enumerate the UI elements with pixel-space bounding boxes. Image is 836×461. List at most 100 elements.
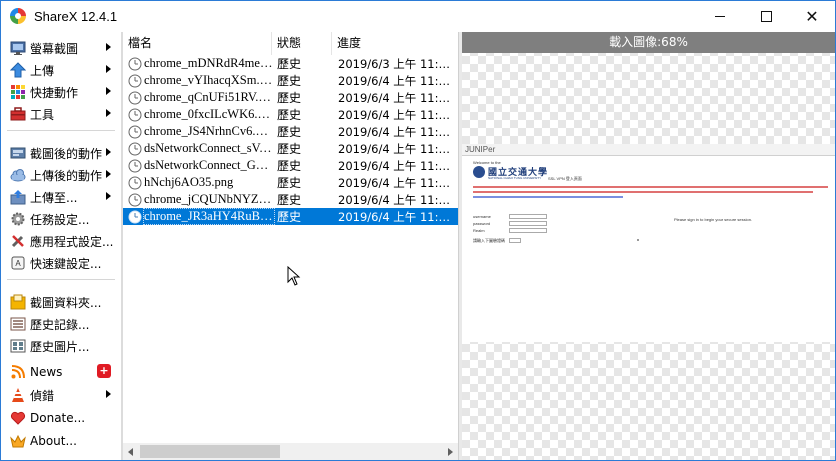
image-preview[interactable]: 載入圖像:68% JUNIPer Welcome to the 國立交通大學 N… bbox=[462, 32, 835, 460]
menu-label: 應用程式設定... bbox=[30, 234, 114, 249]
menu-label: News bbox=[30, 365, 63, 379]
menu-label: 上傳至... bbox=[30, 190, 78, 205]
menu-item-workflows[interactable]: 快捷動作 bbox=[1, 81, 121, 103]
realm-label: Realm bbox=[473, 228, 485, 233]
list-item[interactable]: chrome_jCQUNbNYZ.png 歷史 2019/6/4 上午 11:0… bbox=[123, 191, 458, 208]
list-item[interactable]: chrome_mDNRdR4meT... 歷史 2019/6/3 上午 11:2… bbox=[123, 55, 458, 72]
file-status: 歷史 bbox=[277, 57, 302, 71]
scroll-left-icon[interactable] bbox=[128, 448, 133, 456]
horizontal-scrollbar[interactable] bbox=[123, 443, 458, 460]
file-name: chrome_qCnUFi51RV.p... bbox=[144, 90, 274, 104]
ssl-vpn-title: SSL VPN 登入頁面 bbox=[548, 176, 582, 181]
clock-icon bbox=[128, 210, 142, 223]
menu-item-about[interactable]: About... bbox=[1, 430, 121, 452]
clock-icon bbox=[128, 108, 142, 121]
menu-label: 歷史記錄... bbox=[30, 317, 90, 332]
university-logo-icon bbox=[473, 166, 485, 178]
menu-item-app-settings[interactable]: 應用程式設定... bbox=[1, 230, 121, 252]
menu-label: About... bbox=[30, 434, 77, 448]
column-header-progress[interactable]: 進度 bbox=[332, 32, 458, 55]
juniper-logo: JUNIPer bbox=[465, 145, 496, 154]
menu-item-hotkey-settings[interactable]: A 快速鍵設定... bbox=[1, 252, 121, 274]
column-header-filename[interactable]: 檔名 bbox=[123, 32, 272, 55]
menu-item-upload[interactable]: 上傳 bbox=[1, 59, 121, 81]
task-list[interactable]: 檔名 狀態 進度 chrome_mDNRdR4meT... 歷史 2019/6/… bbox=[123, 32, 458, 460]
list-item[interactable]: chrome_qCnUFi51RV.p... 歷史 2019/6/4 上午 11… bbox=[123, 89, 458, 106]
file-name: chrome_JS4NrhnCv6.png bbox=[144, 124, 274, 138]
submenu-arrow-icon bbox=[106, 192, 111, 200]
list-item[interactable]: chrome_JS4NrhnCv6.png 歷史 2019/6/4 上午 11:… bbox=[123, 123, 458, 140]
file-name: chrome_mDNRdR4meT... bbox=[144, 56, 274, 70]
news-badge: + bbox=[97, 364, 111, 378]
menu-item-tools[interactable]: 工具 bbox=[1, 103, 121, 125]
list-item[interactable]: hNchj6AO35.png 歷史 2019/6/4 上午 11:04:... bbox=[123, 174, 458, 191]
list-item[interactable]: dsNetworkConnect_GFJt... 歷史 2019/6/4 上午 … bbox=[123, 157, 458, 174]
list-header: 檔名 狀態 進度 bbox=[123, 32, 458, 55]
minimize-button[interactable] bbox=[697, 1, 743, 31]
close-button[interactable]: ✕ bbox=[789, 1, 835, 31]
wrench-icon bbox=[10, 233, 26, 249]
file-status: 歷史 bbox=[277, 210, 302, 224]
clock-icon bbox=[128, 74, 142, 87]
file-status: 歷史 bbox=[277, 176, 302, 190]
menu-item-capture[interactable]: 螢幕截圖 bbox=[1, 37, 121, 59]
file-status: 歷史 bbox=[277, 193, 302, 207]
file-name: chrome_JR3aHY4RuB.p... bbox=[143, 208, 275, 225]
menu-item-history[interactable]: 歷史記錄... bbox=[1, 313, 121, 335]
scroll-right-icon[interactable] bbox=[448, 448, 453, 456]
menu-item-after-capture[interactable]: 截圖後的動作 bbox=[1, 142, 121, 164]
menu-item-task-settings[interactable]: 任務設定... bbox=[1, 208, 121, 230]
menu-label: 上傳後的動作 bbox=[30, 168, 103, 183]
title-bar[interactable]: ShareX 12.4.1 ✕ bbox=[1, 1, 835, 31]
notice-lines bbox=[473, 186, 828, 198]
list-rows: chrome_mDNRdR4meT... 歷史 2019/6/3 上午 11:2… bbox=[123, 55, 458, 225]
file-progress: 2019/6/4 上午 11:01:... bbox=[338, 107, 456, 122]
menu-label: 螢幕截圖 bbox=[30, 41, 79, 56]
column-header-status[interactable]: 狀態 bbox=[272, 32, 332, 55]
scrollbar-thumb[interactable] bbox=[140, 445, 280, 458]
clock-icon bbox=[128, 159, 142, 172]
file-status: 歷史 bbox=[277, 159, 302, 173]
toolbox-icon bbox=[10, 106, 26, 122]
file-status: 歷史 bbox=[277, 74, 302, 88]
menu-label: 截圖資料夾... bbox=[30, 295, 102, 310]
menu-separator bbox=[7, 130, 115, 131]
menu-label: Donate... bbox=[30, 411, 86, 425]
submenu-arrow-icon bbox=[106, 170, 111, 178]
menu-item-debug[interactable]: 偵錯 bbox=[1, 384, 121, 406]
file-name: dsNetworkConnect_GFJt... bbox=[144, 158, 274, 172]
file-name: dsNetworkConnect_sVA... bbox=[144, 141, 274, 155]
file-name: chrome_vYIhacqXSm.png bbox=[144, 73, 274, 87]
file-progress: 2019/6/4 上午 11:00:... bbox=[338, 90, 456, 105]
list-item-selected[interactable]: chrome_JR3aHY4RuB.p... 歷史 2019/6/4 上午 11… bbox=[123, 208, 458, 225]
grid-icon bbox=[10, 84, 26, 100]
file-progress: 2019/6/4 上午 11:03:... bbox=[338, 141, 456, 156]
password-label: password bbox=[473, 221, 491, 226]
university-subtitle: NATIONAL CHIAO TUNG UNIVERSITY bbox=[488, 176, 542, 180]
file-status: 歷史 bbox=[277, 108, 302, 122]
menu-item-after-upload[interactable]: 上傳後的動作 bbox=[1, 164, 121, 186]
list-item[interactable]: chrome_vYIhacqXSm.png 歷史 2019/6/4 上午 11:… bbox=[123, 72, 458, 89]
captcha-field bbox=[509, 238, 521, 243]
maximize-button[interactable] bbox=[743, 1, 789, 31]
menu-item-destinations[interactable]: 上傳至... bbox=[1, 186, 121, 208]
menu-item-news[interactable]: News + bbox=[1, 361, 121, 383]
sharex-logo-icon bbox=[10, 8, 26, 24]
cloud-icon bbox=[10, 167, 26, 183]
sign-in-hint: Please sign in to begin your secure sess… bbox=[674, 217, 753, 222]
list-item[interactable]: dsNetworkConnect_sVA... 歷史 2019/6/4 上午 1… bbox=[123, 140, 458, 157]
menu-item-screenshots-folder[interactable]: 截圖資料夾... bbox=[1, 291, 121, 313]
sharex-main-window: ShareX 12.4.1 ✕ 螢幕截圖 上傳 快捷動作 工具 截圖後的動作 上… bbox=[0, 0, 836, 461]
main-menu: 螢幕截圖 上傳 快捷動作 工具 截圖後的動作 上傳後的動作 上傳至... 任務設… bbox=[1, 32, 121, 460]
heart-icon bbox=[10, 410, 26, 426]
menu-item-image-history[interactable]: 歷史圖片... bbox=[1, 335, 121, 357]
username-label: username bbox=[473, 214, 491, 219]
submenu-arrow-icon bbox=[106, 65, 111, 73]
menu-item-donate[interactable]: Donate... bbox=[1, 407, 121, 429]
submenu-arrow-icon bbox=[106, 87, 111, 95]
list-item[interactable]: chrome_0fxcILcWK6.png 歷史 2019/6/4 上午 11:… bbox=[123, 106, 458, 123]
upload-destination-icon bbox=[10, 189, 26, 205]
svg-text:A: A bbox=[15, 259, 21, 268]
realm-field bbox=[509, 228, 547, 233]
clock-icon bbox=[128, 125, 142, 138]
